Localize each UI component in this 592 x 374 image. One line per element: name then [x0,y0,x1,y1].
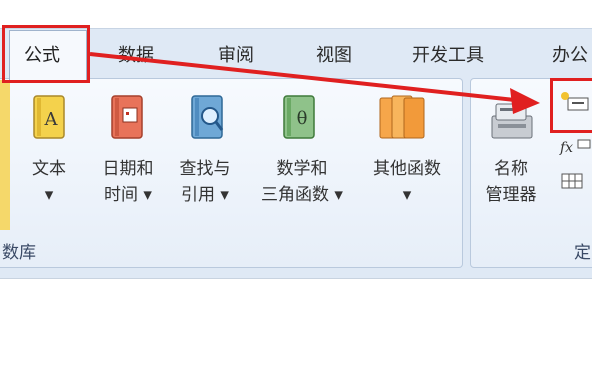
function-library-label: 数库 [2,243,36,263]
yellow-edge-strip [0,80,10,230]
defined-names-label: 定 [574,243,591,263]
name-manager-icon [491,103,533,139]
highlight-box-define-name [550,78,592,133]
more-functions-dropdown: ▾ [402,185,412,205]
date-time-button[interactable]: 日期和 时间 ▾ [90,156,166,208]
stack-books-icon [379,95,425,139]
theta-book-icon: θ [283,95,315,139]
lookup-reference-button[interactable]: 查找与 引用 ▾ [168,156,242,208]
lookup-label-2: 引用 ▾ [181,185,229,205]
name-manager-label-2: 管理器 [485,185,537,205]
svg-text:fx: fx [559,140,573,156]
highlight-box-formulas-tab [2,25,90,83]
more-functions-label: 其他函数 [373,159,441,179]
fx-icon[interactable]: fx [558,134,592,158]
book-A-icon: A [33,95,65,139]
svg-text:θ: θ [297,108,308,129]
magnifier-book-icon [191,95,224,139]
date-time-label-2: 时间 ▾ [104,185,152,205]
svg-text:A: A [44,109,59,130]
grid-icon[interactable] [558,170,592,194]
more-functions-button[interactable]: 其他函数 ▾ [360,156,454,208]
name-manager-button[interactable]: 名称 管理器 [474,156,548,208]
tab-data[interactable]: 数据 [118,41,154,67]
name-manager-label-1: 名称 [494,159,528,179]
lookup-label-1: 查找与 [179,159,231,179]
calendar-book-icon [111,95,143,139]
tab-developer[interactable]: 开发工具 [412,41,484,67]
tab-office[interactable]: 办公 [552,41,588,67]
math-trig-label-1: 数学和 [276,159,328,179]
date-time-label-1: 日期和 [102,159,154,179]
text-functions-dropdown: ▾ [44,185,54,205]
text-functions-label: 文本 [32,159,66,179]
math-trig-label-2: 三角函数 ▾ [261,185,343,205]
tab-view[interactable]: 视图 [316,41,352,67]
ribbon-bottom-edge [0,270,592,279]
math-trig-button[interactable]: 数学和 三角函数 ▾ [248,156,356,208]
tab-review[interactable]: 审阅 [218,41,254,67]
text-functions-button[interactable]: 文本 ▾ [18,156,80,208]
